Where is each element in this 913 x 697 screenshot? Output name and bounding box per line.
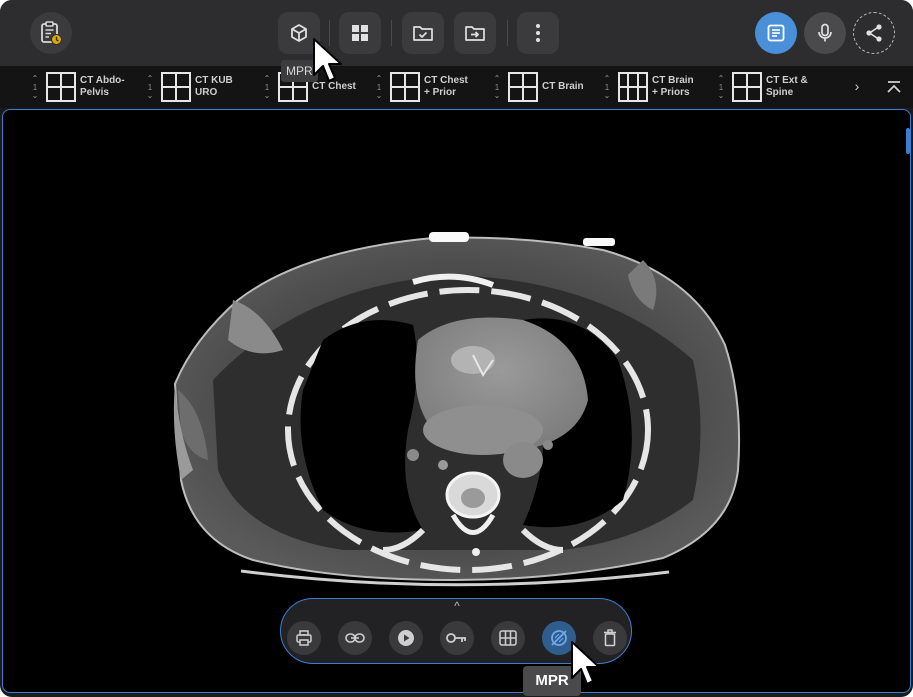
chevron-down-icon[interactable]: ⌄ (147, 91, 154, 100)
viewport-count-stepper[interactable]: ⌃ 1 ⌄ (602, 72, 612, 102)
link-button[interactable] (338, 621, 372, 655)
share-button[interactable] (853, 12, 895, 54)
collapse-up-icon (887, 81, 901, 93)
protocol-item[interactable]: ⌃ 1 ⌄ CT Brain (492, 72, 612, 102)
layout-grid-icon (508, 72, 538, 102)
dictation-button[interactable] (804, 12, 846, 54)
chevron-down-icon[interactable]: ⌄ (604, 91, 611, 100)
viewport-count-stepper[interactable]: ⌃ 1 ⌄ (30, 72, 40, 102)
layout-grid-icon (161, 72, 191, 102)
print-icon (296, 630, 312, 646)
chevron-up-icon[interactable]: ⌃ (264, 74, 271, 83)
top-toolbar (0, 0, 913, 66)
cube-3d-icon (291, 24, 307, 42)
table-view-button[interactable] (491, 621, 525, 655)
clipboard-button[interactable] (30, 12, 72, 54)
protocol-label: CT Abdo- Pelvis (80, 75, 150, 99)
layout-button[interactable] (339, 12, 381, 54)
clipboard-icon (41, 21, 62, 45)
chevron-right-icon[interactable]: › (849, 78, 865, 96)
more-options-button[interactable] (517, 12, 559, 54)
more-vertical-icon (536, 24, 540, 42)
layout-grid-icon (618, 72, 648, 102)
layout-grid-icon (732, 72, 762, 102)
chevron-down-icon[interactable]: ⌄ (718, 91, 725, 100)
hanging-protocol-strip: ⌃ 1 ⌄ CT Abdo- Pelvis ⌃ 1 ⌄ CT KUB URO ⌃ 1 ⌄ CT Chest… (0, 66, 913, 108)
viewport-count-stepper[interactable]: ⌃ 1 ⌄ (492, 72, 502, 102)
protocol-item[interactable]: ⌃ 1 ⌄ CT Chest + Prior (374, 72, 494, 102)
protocol-label: CT Ext & Spine (766, 75, 836, 99)
protocol-label: CT Brain + Priors (652, 75, 722, 99)
collapse-strip-button[interactable] (884, 76, 904, 98)
play-icon (398, 630, 414, 646)
mpr-3d-button[interactable] (278, 12, 320, 54)
folder-check-icon (413, 26, 433, 41)
viewport-count-stepper[interactable]: ⌃ 1 ⌄ (262, 72, 272, 102)
protocol-item[interactable]: ⌃ 1 ⌄ CT Abdo- Pelvis (30, 72, 150, 102)
share-icon (866, 24, 882, 42)
protocol-label-line2: URO (195, 87, 218, 98)
report-icon (767, 24, 785, 42)
microphone-icon (818, 23, 832, 42)
layout-grid-icon (46, 72, 76, 102)
grid-layout-icon (352, 25, 368, 41)
protocol-label-line1: CT Chest (312, 81, 356, 92)
toolbar-divider (329, 20, 330, 46)
key-image-icon (446, 633, 466, 643)
protocol-item[interactable]: ⌃ 1 ⌄ CT Ext & Spine (716, 72, 836, 102)
key-image-button[interactable] (440, 621, 474, 655)
protocol-item[interactable]: ⌃ 1 ⌄ CT Chest (262, 72, 382, 102)
chevron-down-icon[interactable]: ⌄ (32, 91, 39, 100)
protocol-item[interactable]: ⌃ 1 ⌄ CT KUB URO (145, 72, 265, 102)
protocol-label-line2: Spine (766, 87, 794, 98)
chevron-up-icon[interactable]: ⌃ (376, 74, 383, 83)
viewport-count-stepper[interactable]: ⌃ 1 ⌄ (374, 72, 384, 102)
viewport-count-stepper[interactable]: ⌃ 1 ⌄ (145, 72, 155, 102)
folder-export-button[interactable] (454, 12, 496, 54)
cine-play-button[interactable] (389, 621, 423, 655)
viewport-count-stepper[interactable]: ⌃ 1 ⌄ (716, 72, 726, 102)
chevron-down-icon[interactable]: ⌄ (494, 91, 501, 100)
link-icon (345, 633, 365, 643)
viewport-scrollbar[interactable] (906, 128, 910, 154)
chevron-up-icon[interactable]: ^ (449, 600, 465, 612)
chevron-up-icon[interactable]: ⌃ (494, 74, 501, 83)
chevron-up-icon[interactable]: ⌃ (604, 74, 611, 83)
table-grid-icon (499, 630, 517, 646)
chevron-up-icon[interactable]: ⌃ (147, 74, 154, 83)
viewer-tools-bar: ^ (280, 598, 632, 664)
protocol-label-line2: + Prior (424, 87, 456, 98)
viewer-window: ⌃ 1 ⌄ CT Abdo- Pelvis ⌃ 1 ⌄ CT KUB URO ⌃ 1 ⌄ CT Chest… (0, 0, 913, 697)
chevron-down-icon[interactable]: ⌄ (376, 91, 383, 100)
protocol-label-line1: CT Ext & (766, 75, 808, 86)
delete-button[interactable] (593, 621, 627, 655)
chevron-up-icon[interactable]: ⌃ (718, 74, 725, 83)
protocol-item[interactable]: ⌃ 1 ⌄ CT Brain + Priors (602, 72, 722, 102)
mpr-disabled-icon (551, 630, 567, 646)
mpr-tooltip-top: MPR (281, 60, 318, 82)
toolbar-divider (391, 20, 392, 46)
folder-export-icon (465, 26, 485, 41)
protocol-label-line1: CT Brain (652, 75, 694, 86)
protocol-label-line1: CT KUB (195, 75, 233, 86)
protocol-label: CT Chest + Prior (424, 75, 494, 99)
mpr-tooltip-bottom: MPR (523, 666, 581, 696)
chevron-down-icon[interactable]: ⌄ (264, 91, 271, 100)
folder-check-button[interactable] (402, 12, 444, 54)
report-button[interactable] (755, 12, 797, 54)
mpr-toggle-button[interactable] (542, 621, 576, 655)
print-button[interactable] (287, 621, 321, 655)
protocol-label-line2: + Priors (652, 87, 690, 98)
toolbar-divider (507, 20, 508, 46)
protocol-label-line2: Pelvis (80, 87, 109, 98)
chevron-up-icon[interactable]: ⌃ (32, 74, 39, 83)
layout-grid-icon (390, 72, 420, 102)
protocol-label: CT Chest (312, 81, 382, 93)
trash-icon (604, 629, 616, 647)
protocol-label: CT KUB URO (195, 75, 265, 99)
protocol-label-line1: CT Chest (424, 75, 468, 86)
protocol-label-line1: CT Abdo- (80, 75, 125, 86)
